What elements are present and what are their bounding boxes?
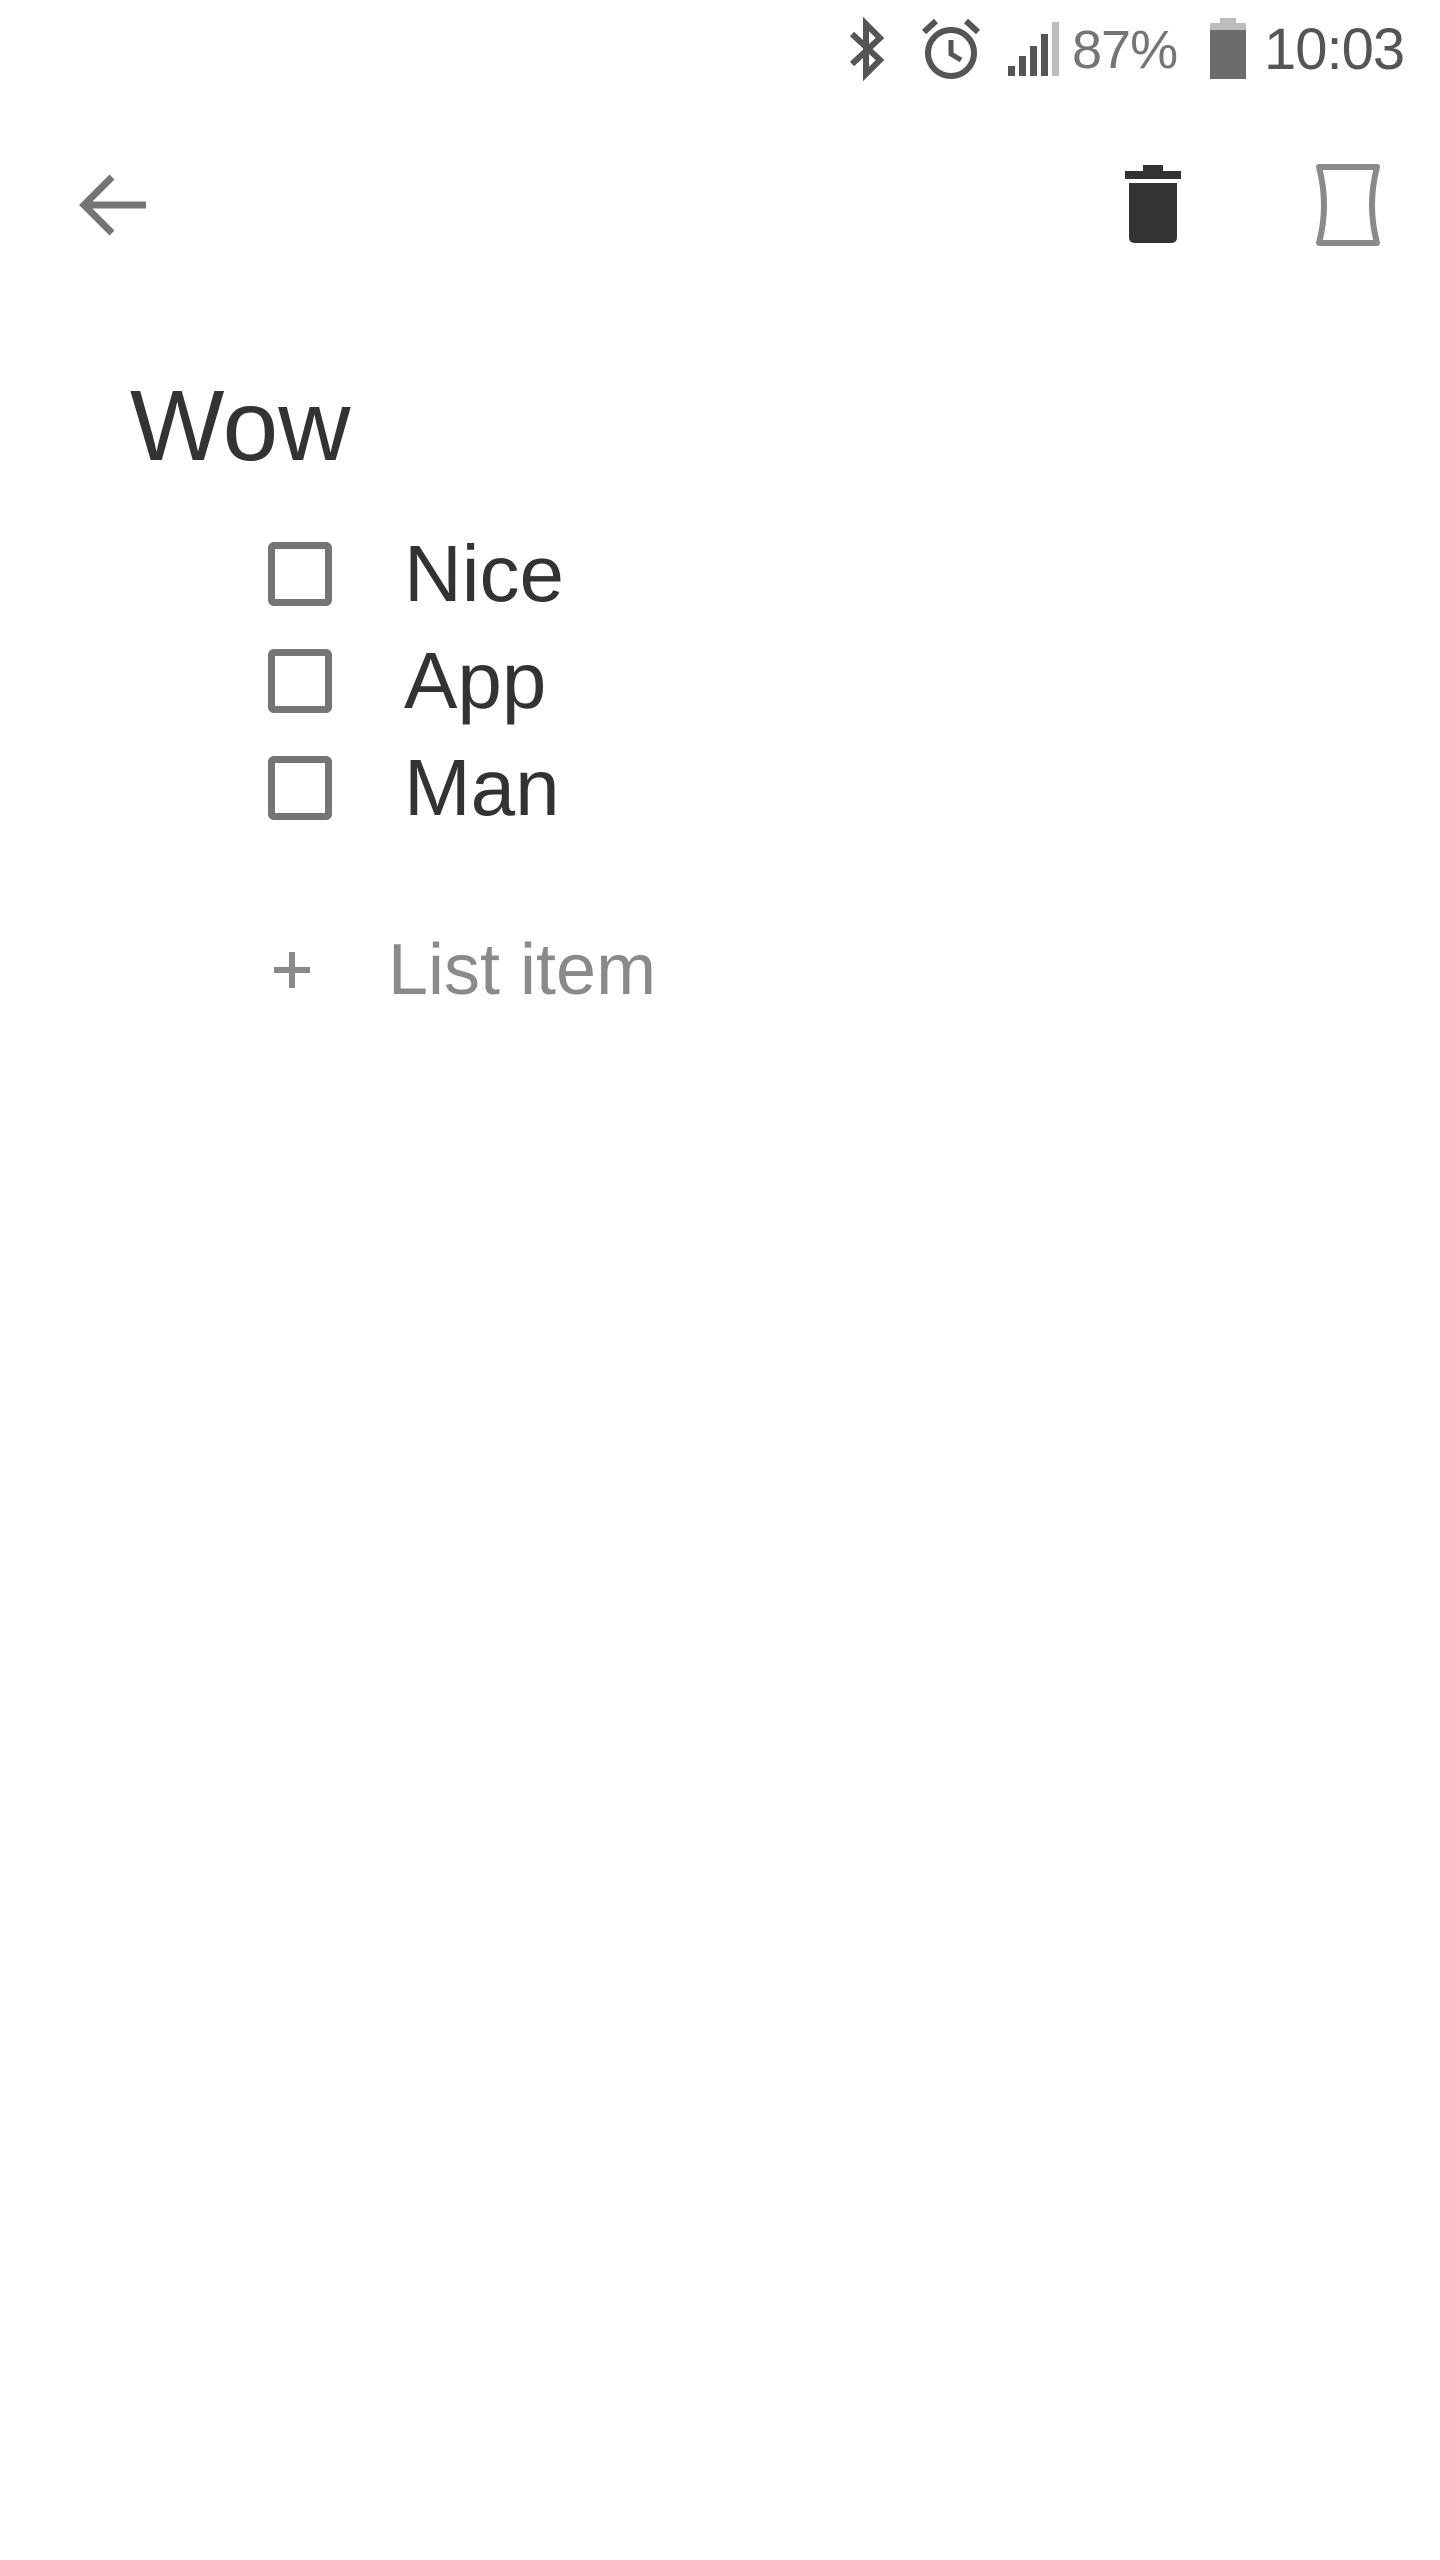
checklist-item-text[interactable]: Man <box>404 738 560 838</box>
add-list-item-label: List item <box>388 930 657 1010</box>
plus-icon <box>262 940 322 1000</box>
checklist-item: App <box>260 627 1260 734</box>
checklist-item: Nice <box>260 520 1260 627</box>
delete-button[interactable] <box>1088 142 1218 272</box>
hourglass-frame-icon <box>1313 163 1383 252</box>
note-title[interactable]: Wow <box>130 366 350 486</box>
alarm-icon <box>918 16 984 87</box>
battery-percent: 87% <box>1072 20 1178 80</box>
battery-icon <box>1206 16 1250 85</box>
checklist-item: Man <box>260 734 1260 841</box>
add-list-item-button[interactable]: List item <box>262 920 656 1020</box>
checklist-item-text[interactable]: App <box>404 631 546 731</box>
back-button[interactable] <box>48 142 178 272</box>
checkbox[interactable] <box>268 648 332 713</box>
status-bar: 87% 10:03 <box>0 0 1440 100</box>
checklist: Nice App Man <box>260 520 1260 841</box>
signal-icon <box>1004 16 1064 83</box>
checklist-item-text[interactable]: Nice <box>404 524 564 624</box>
restore-button[interactable] <box>1283 142 1413 272</box>
arrow-back-icon <box>76 168 150 247</box>
trash-icon <box>1123 164 1183 250</box>
clock: 10:03 <box>1264 17 1405 82</box>
bluetooth-icon <box>842 16 892 87</box>
checkbox[interactable] <box>268 541 332 606</box>
toolbar <box>0 110 1440 310</box>
checkbox[interactable] <box>268 755 332 820</box>
